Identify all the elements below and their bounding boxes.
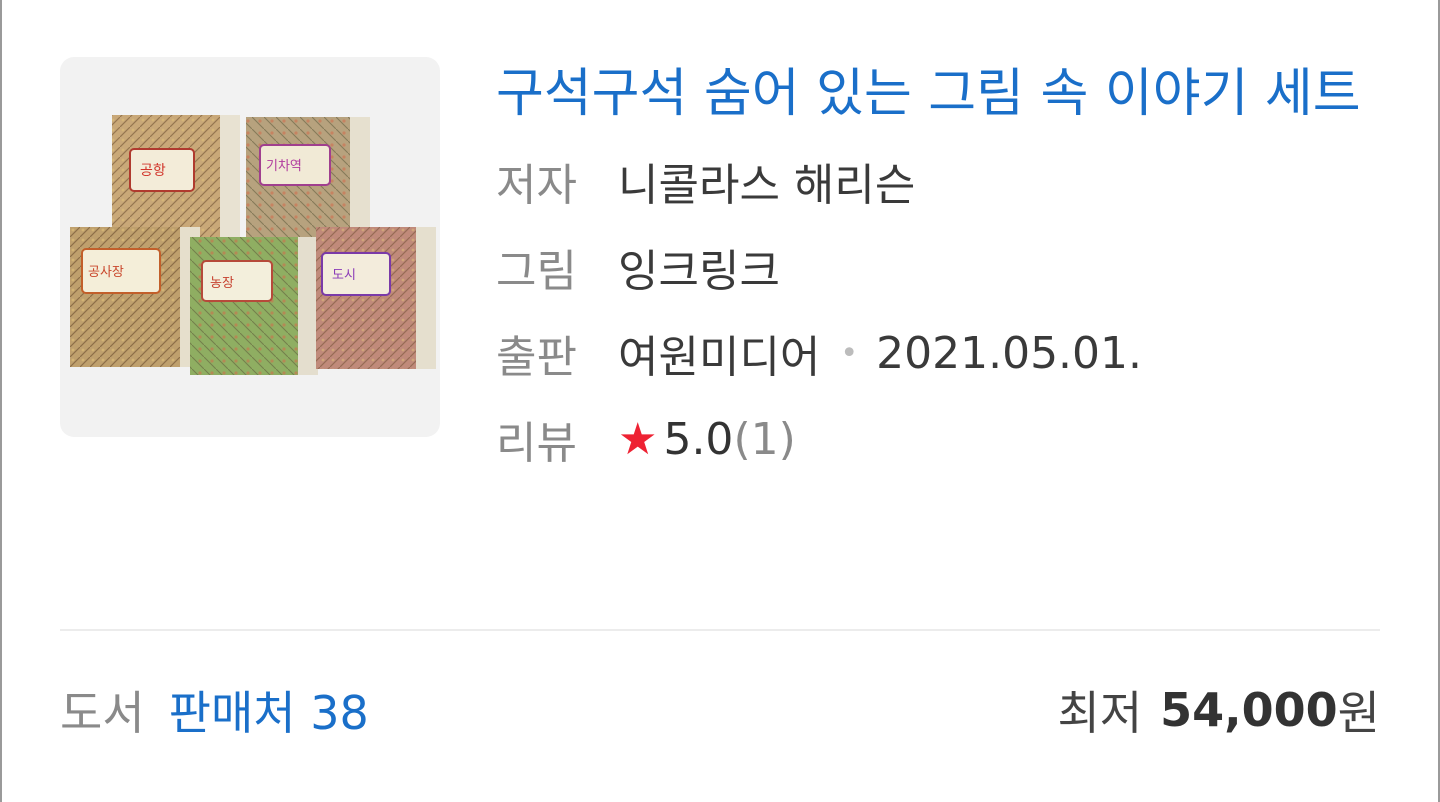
price-footer: 도서 판매처 38 최저 54,000 원	[60, 670, 1380, 750]
illustrator-label: 그림	[496, 246, 577, 297]
category-sellers: 도서 판매처 38	[60, 677, 369, 743]
svg-text:농장: 농장	[210, 276, 234, 291]
lowest-price-label: 최저	[1057, 686, 1143, 740]
author-name: 니콜라스 해리슨	[618, 160, 916, 211]
divider	[60, 629, 1380, 631]
review-label: 리뷰	[496, 418, 577, 469]
publisher-name: 여원미디어	[618, 332, 821, 383]
svg-text:기차역: 기차역	[266, 159, 302, 174]
rating-value: 5.0	[663, 413, 734, 465]
illustrator-name: 잉크링크	[618, 246, 780, 297]
book-set-cover-image: 공항 기차역 공사장 농장 도시	[70, 115, 436, 375]
product-meta: 저자 니콜라스 해리슨 그림 잉크링크 출판 여원미디어 • 2021.05.0…	[496, 136, 1396, 484]
sellers-link[interactable]: 판매처 38	[169, 677, 369, 743]
lowest-price[interactable]: 최저 54,000 원	[1058, 677, 1380, 743]
svg-text:공사장: 공사장	[88, 265, 124, 280]
product-info: 구석구석 숨어 있는 그림 속 이야기 세트 저자 니콜라스 해리슨 그림 잉크…	[496, 60, 1396, 484]
currency-unit: 원	[1337, 686, 1380, 740]
publication-date: 2021.05.01.	[876, 327, 1143, 379]
product-title[interactable]: 구석구석 숨어 있는 그림 속 이야기 세트	[496, 60, 1396, 128]
price-value: 54,000	[1160, 683, 1338, 737]
svg-text:도시: 도시	[332, 268, 356, 283]
author-row: 저자 니콜라스 해리슨	[496, 136, 1396, 226]
category-label: 도서	[60, 686, 145, 740]
review-count[interactable]: (1)	[733, 414, 795, 465]
product-card[interactable]: 공항 기차역 공사장 농장 도시 구석구석 숨어 있는 그림 속 이야기 세트 …	[0, 0, 1440, 802]
svg-text:공항: 공항	[140, 163, 166, 179]
separator-dot: •	[840, 335, 859, 371]
product-thumbnail[interactable]: 공항 기차역 공사장 농장 도시	[60, 57, 440, 437]
publisher-row: 출판 여원미디어 • 2021.05.01.	[496, 308, 1396, 398]
star-icon: ★	[618, 413, 658, 465]
illustrator-row: 그림 잉크링크	[496, 222, 1396, 312]
author-label: 저자	[496, 160, 577, 211]
review-row: 리뷰 ★ 5.0 (1)	[496, 394, 1396, 484]
publisher-label: 출판	[496, 332, 577, 383]
